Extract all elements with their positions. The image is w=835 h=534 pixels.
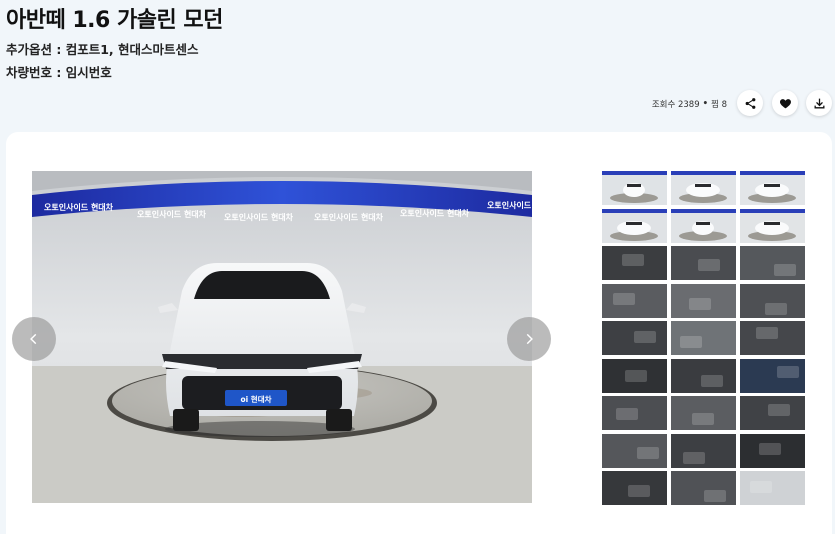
thumbnail-image (671, 471, 736, 505)
car-photo-illustration: 오토인사이드 현대차 오토인사이드 현대차 오토인사이드 현대차 오토인사이드 … (32, 171, 532, 503)
thumbnail-rear-angle-exterior[interactable] (602, 208, 667, 243)
thumbnail-climate-panel[interactable] (740, 321, 805, 355)
next-photo-button[interactable] (507, 317, 551, 361)
chevron-left-icon (30, 333, 37, 345)
share-button[interactable] (737, 90, 763, 116)
car-title: 아반떼 1.6 가솔린 모던 (6, 8, 223, 33)
thumbnail-image (671, 283, 736, 318)
plate-line: 차량번호 : 임시번호 (6, 65, 112, 80)
thumbnail-image (740, 358, 805, 393)
plate-badge: oi 현대차 (240, 394, 271, 404)
chevron-right-icon (526, 333, 533, 345)
thumbnail-wheel[interactable] (740, 471, 805, 505)
thumbnail-image (740, 321, 805, 355)
main-car-photo[interactable]: 오토인사이드 현대차 오토인사이드 현대차 오토인사이드 현대차 오토인사이드 … (32, 171, 532, 503)
thumbnail-image (740, 471, 805, 505)
like-button[interactable] (772, 90, 798, 116)
thumbnail-image (602, 433, 667, 468)
thumbnail-trunk[interactable] (602, 246, 667, 280)
thumbnail-seat-detail[interactable] (671, 471, 736, 505)
banner-text: 오토인사이드 현대차 (487, 200, 532, 210)
previous-photo-button[interactable] (12, 317, 56, 361)
banner-text: 오토인사이드 현대차 (314, 212, 384, 222)
thumbnail-side-exterior[interactable] (740, 171, 805, 205)
heart-icon (779, 98, 791, 108)
thumbnail-cup-holder[interactable] (671, 433, 736, 468)
thumbnail-image (740, 396, 805, 430)
banner-text: 오토인사이드 현대차 (224, 212, 294, 222)
thumbnail-console-detail[interactable] (671, 246, 736, 280)
thumbnail-grid (602, 171, 805, 505)
thumbnail-gear-knob[interactable] (740, 283, 805, 318)
thumbnail-image (740, 246, 805, 280)
thumbnail-rear-seat[interactable] (602, 433, 667, 468)
stats-separator: • (702, 99, 709, 109)
thumbnail-steering-side[interactable] (671, 396, 736, 430)
thumbnail-door-trim[interactable] (602, 358, 667, 393)
thumbnail-image (671, 321, 736, 355)
thumbnail-image (671, 433, 736, 468)
download-icon (814, 98, 824, 108)
thumbnail-image (671, 208, 736, 243)
thumbnail-image (671, 358, 736, 393)
thumbnail-image (602, 246, 667, 280)
thumbnail-instrument-cluster[interactable] (740, 358, 805, 393)
thumbnail-front-angle-exterior[interactable] (671, 171, 736, 205)
listing-stats: 조회수 2389 • 찜 8 (652, 98, 727, 110)
thumbnail-image (671, 246, 736, 280)
thumbnail-image (671, 396, 736, 430)
thumbnail-image (671, 171, 736, 205)
share-icon (745, 97, 755, 109)
thumbnail-shifter[interactable] (740, 396, 805, 430)
thumbnail-image (602, 396, 667, 430)
thumbnail-dashboard[interactable] (602, 321, 667, 355)
view-count: 조회수 2389 (651, 100, 700, 110)
thumbnail-rear-side-exterior[interactable] (740, 208, 805, 243)
like-count: 찜 8 (711, 100, 727, 110)
thumbnail-front-exterior[interactable] (602, 171, 667, 205)
thumbnail-rear-exterior[interactable] (671, 208, 736, 243)
banner-text: 오토인사이드 현대차 (400, 208, 470, 218)
banner-text: 오토인사이드 현대차 (137, 209, 207, 219)
thumbnail-steering-wheel[interactable] (602, 396, 667, 430)
thumbnail-door-panel[interactable] (602, 283, 667, 318)
thumbnail-floor-mat[interactable] (602, 471, 667, 505)
thumbnail-image (740, 433, 805, 468)
download-button[interactable] (806, 90, 832, 116)
thumbnail-seat-controls[interactable] (671, 283, 736, 318)
thumbnail-image (740, 283, 805, 318)
thumbnail-center-console[interactable] (671, 358, 736, 393)
thumbnail-door-handle[interactable] (740, 433, 805, 468)
banner-text: 오토인사이드 현대차 (44, 202, 114, 212)
thumbnail-image (602, 171, 667, 205)
thumbnail-image (740, 208, 805, 243)
options-line: 추가옵션 : 컴포트1, 현대스마트센스 (6, 42, 199, 57)
thumbnail-image (602, 321, 667, 355)
thumbnail-image (602, 471, 667, 505)
thumbnail-image (602, 358, 667, 393)
thumbnail-image (740, 171, 805, 205)
thumbnail-image (602, 283, 667, 318)
thumbnail-infotainment[interactable] (671, 321, 736, 355)
thumbnail-image (602, 208, 667, 243)
thumbnail-engine-bay[interactable] (740, 246, 805, 280)
